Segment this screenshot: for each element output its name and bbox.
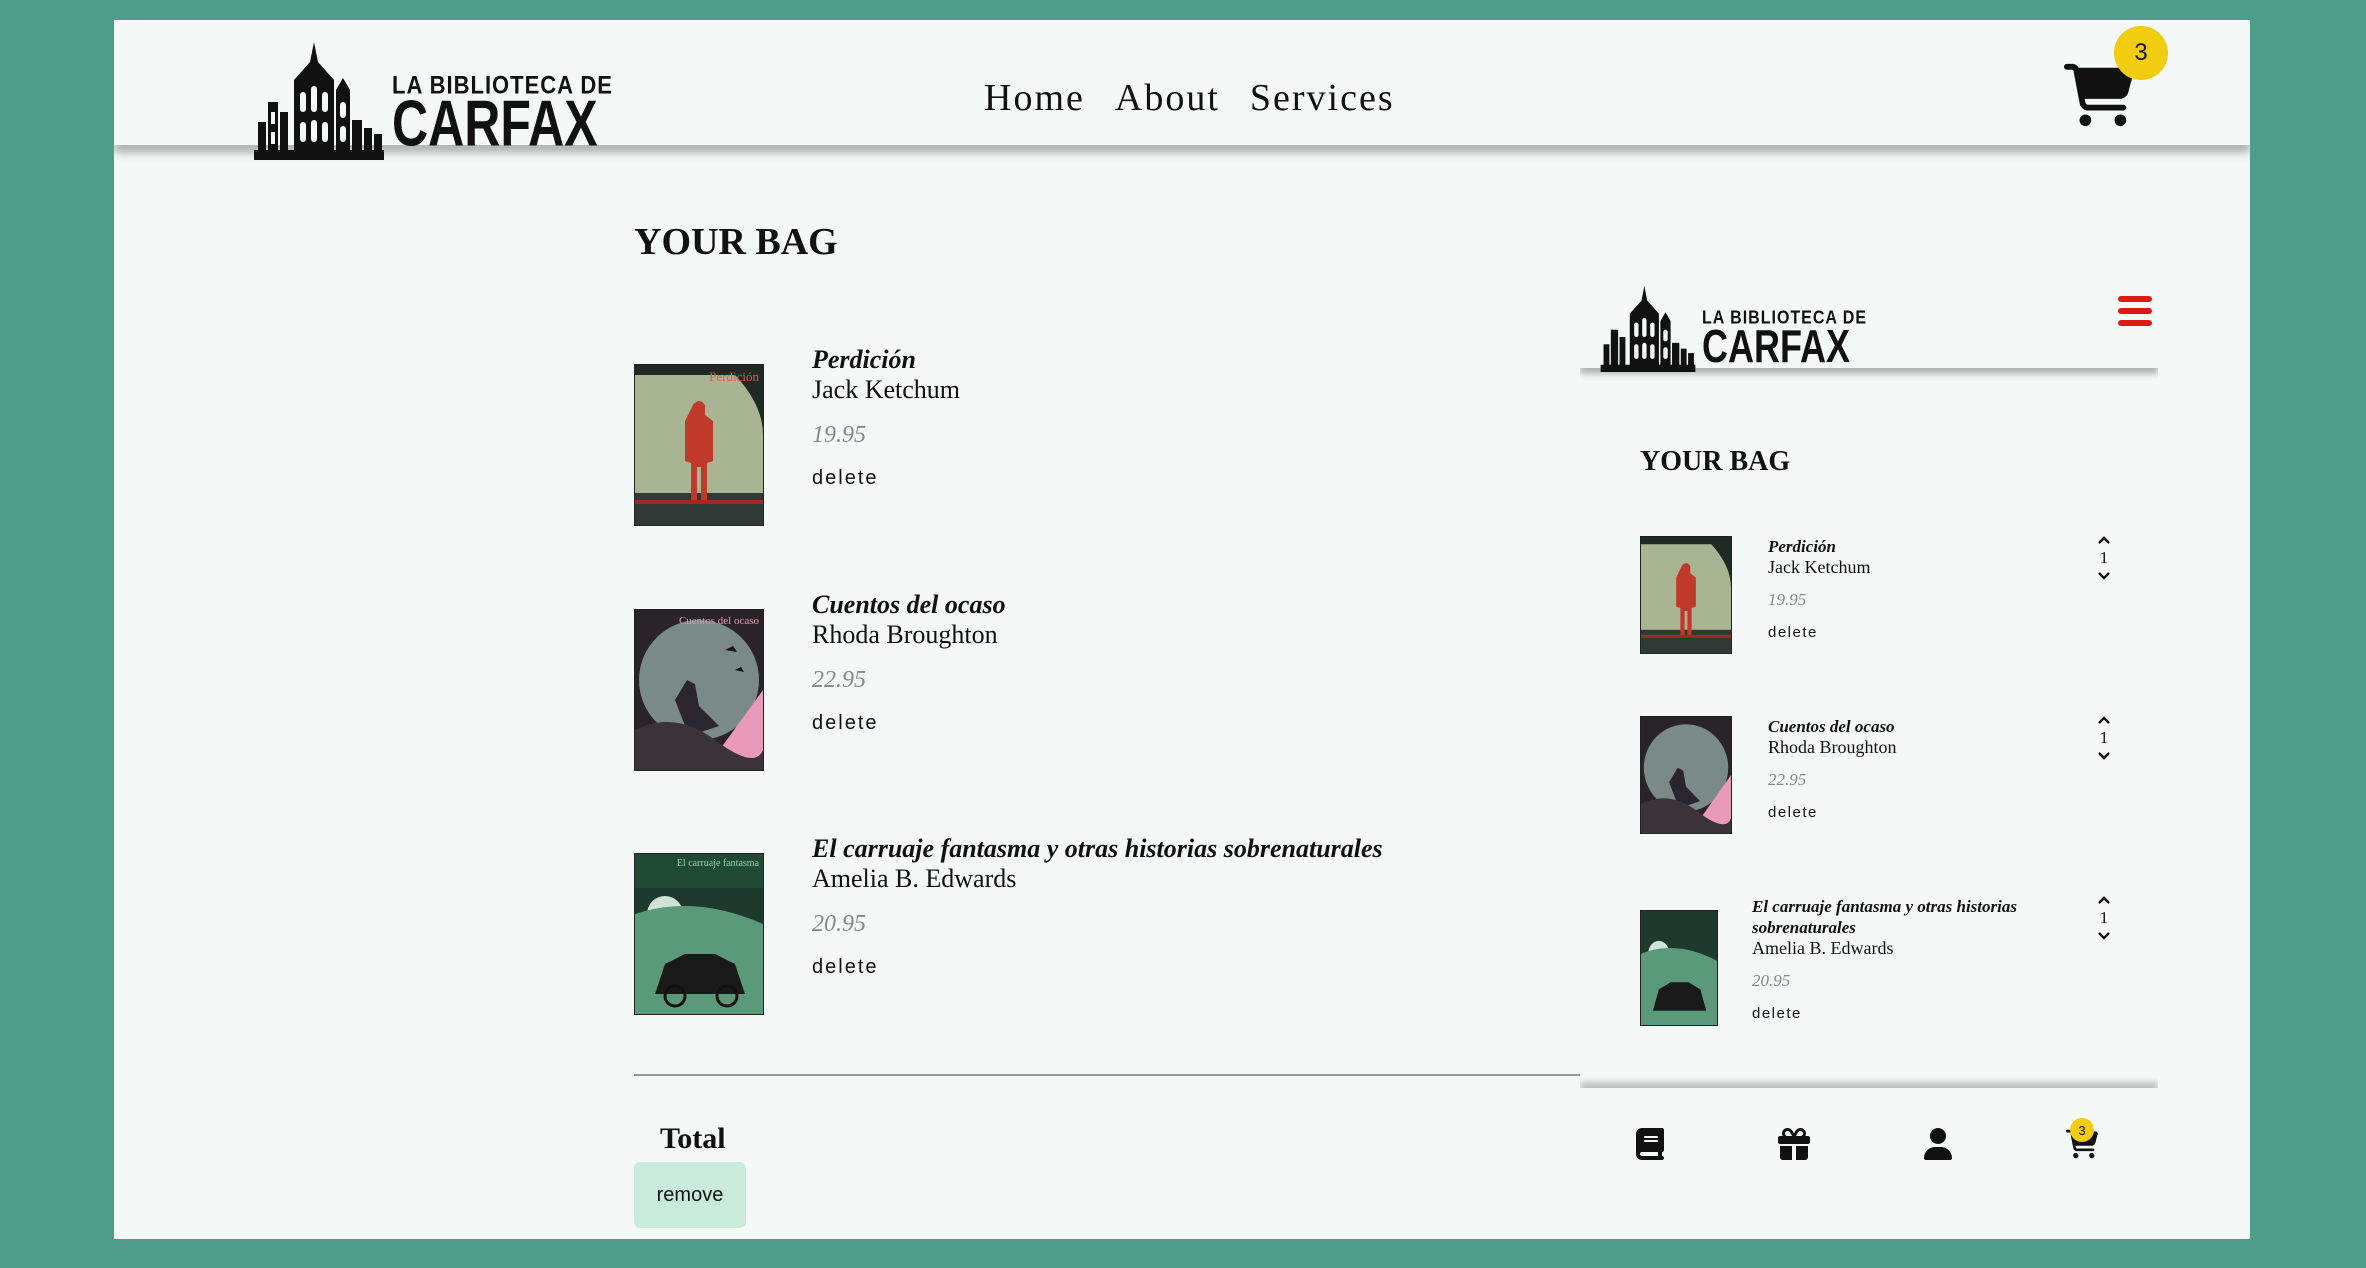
logo-line2: CARFAX [1702, 319, 1851, 373]
svg-text:Cuentos del ocaso: Cuentos del ocaso [679, 615, 760, 627]
divider [634, 1074, 1594, 1076]
chevron-down-icon[interactable] [2096, 750, 2112, 762]
site-logo[interactable]: LA BIBLIOTECA DE CARFAX [254, 42, 613, 160]
quantity-stepper: 1 [2092, 534, 2116, 582]
user-icon[interactable] [1922, 1128, 1954, 1160]
delete-button[interactable]: delete [1768, 804, 1897, 821]
item-info: Perdición Jack Ketchum 19.95 delete [812, 345, 960, 490]
castle-logo-icon [1600, 286, 1696, 372]
mobile-header: LA BIBLIOTECA DE CARFAX [1580, 260, 2158, 372]
mobile-bag-item: El carruaje fantasma y otras historias s… [1640, 896, 2110, 1026]
site-header: LA BIBLIOTECA DE CARFAX Home About Servi… [114, 20, 2250, 160]
mobile-cart-count-badge: 3 [2070, 1118, 2094, 1142]
mobile-bottom-nav: 3 [1580, 1088, 2158, 1239]
item-price: 22.95 [812, 667, 866, 693]
logo-text: LA BIBLIOTECA DE CARFAX [392, 72, 613, 160]
gift-icon[interactable] [1778, 1128, 1810, 1160]
book-cover-image [1640, 536, 1732, 654]
delete-button[interactable]: delete [1768, 624, 1870, 641]
item-author: Amelia B. Edwards [812, 864, 1017, 893]
quantity-stepper: 1 [2092, 714, 2116, 762]
item-title: El carruaje fantasma y otras historias s… [1752, 897, 2017, 937]
quantity-value: 1 [2099, 908, 2109, 927]
logo-line2: CARFAX [392, 87, 598, 160]
item-author: Jack Ketchum [812, 375, 961, 404]
item-price: 19.95 [1768, 590, 1807, 609]
quantity-value: 1 [2099, 728, 2109, 747]
quantity-stepper: 1 [2092, 894, 2116, 942]
item-info: Perdición Jack Ketchum 19.95 delete [1768, 536, 1870, 641]
item-price: 20.95 [1752, 971, 1791, 990]
svg-text:El carruaje fantasma: El carruaje fantasma [677, 858, 760, 869]
item-info: El carruaje fantasma y otras historias s… [812, 834, 1383, 979]
mobile-preview: LA BIBLIOTECA DE CARFAX YOUR BAG Perdici… [1580, 260, 2158, 1239]
item-title: Perdición [812, 345, 916, 374]
item-title: Perdición [1768, 537, 1836, 556]
mobile-logo[interactable]: LA BIBLIOTECA DE CARFAX [1600, 286, 1867, 372]
chevron-up-icon[interactable] [2096, 894, 2112, 906]
item-info: Cuentos del ocaso Rhoda Broughton 22.95 … [812, 590, 1006, 735]
book-cover-image [1640, 910, 1718, 1026]
item-info: Cuentos del ocaso Rhoda Broughton 22.95 … [1768, 716, 1897, 821]
chevron-down-icon[interactable] [2096, 570, 2112, 582]
logo-text: LA BIBLIOTECA DE CARFAX [1702, 309, 1867, 373]
nav-services[interactable]: Services [1250, 76, 1395, 120]
item-title: Cuentos del ocaso [1768, 717, 1895, 736]
delete-button[interactable]: delete [812, 467, 960, 490]
bag-item: El carruaje fantasma El carruaje fantasm… [634, 834, 1634, 1015]
hamburger-menu-icon[interactable] [2118, 296, 2152, 326]
delete-button[interactable]: delete [1752, 1005, 2062, 1022]
item-price: 20.95 [812, 911, 866, 937]
item-author: Rhoda Broughton [812, 620, 998, 649]
item-title: Cuentos del ocaso [812, 590, 1006, 619]
book-icon[interactable] [1634, 1128, 1666, 1160]
bag-item: Perdición Perdición Jack Ketchum 19.95 d… [634, 345, 1634, 526]
book-cover-image: Perdición [634, 364, 764, 526]
page-frame: LA BIBLIOTECA DE CARFAX Home About Servi… [114, 20, 2250, 1239]
item-price: 19.95 [812, 422, 866, 448]
bag-title: YOUR BAG [634, 221, 838, 263]
mobile-bag-item: Perdición Jack Ketchum 19.95 delete 1 [1640, 536, 2110, 666]
item-info: El carruaje fantasma y otras historias s… [1752, 896, 2062, 1022]
delete-button[interactable]: delete [812, 956, 1383, 979]
mobile-bag-title: YOUR BAG [1640, 446, 1791, 477]
item-author: Jack Ketchum [1768, 557, 1871, 577]
chevron-up-icon[interactable] [2096, 714, 2112, 726]
svg-text:Perdición: Perdición [709, 369, 759, 384]
total-label: Total [660, 1122, 726, 1155]
bag-item: Cuentos del ocaso Cuentos del ocaso Rhod… [634, 590, 1634, 771]
quantity-value: 1 [2099, 548, 2109, 567]
castle-logo-icon [254, 42, 384, 160]
chevron-up-icon[interactable] [2096, 534, 2112, 546]
book-cover-image [1640, 716, 1732, 834]
chevron-down-icon[interactable] [2096, 930, 2112, 942]
book-cover-image: Cuentos del ocaso [634, 609, 764, 771]
item-title: El carruaje fantasma y otras historias s… [812, 834, 1383, 863]
book-cover-image: El carruaje fantasma [634, 853, 764, 1015]
cart-count-badge: 3 [2114, 26, 2168, 80]
remove-button[interactable]: remove [634, 1162, 746, 1228]
item-author: Amelia B. Edwards [1752, 938, 1894, 958]
item-price: 22.95 [1768, 770, 1807, 789]
main-nav: Home About Services [984, 76, 1395, 120]
item-author: Rhoda Broughton [1768, 737, 1897, 757]
delete-button[interactable]: delete [812, 712, 1006, 735]
nav-home[interactable]: Home [984, 76, 1085, 120]
mobile-bag-item: Cuentos del ocaso Rhoda Broughton 22.95 … [1640, 716, 2110, 846]
nav-about[interactable]: About [1115, 76, 1220, 120]
